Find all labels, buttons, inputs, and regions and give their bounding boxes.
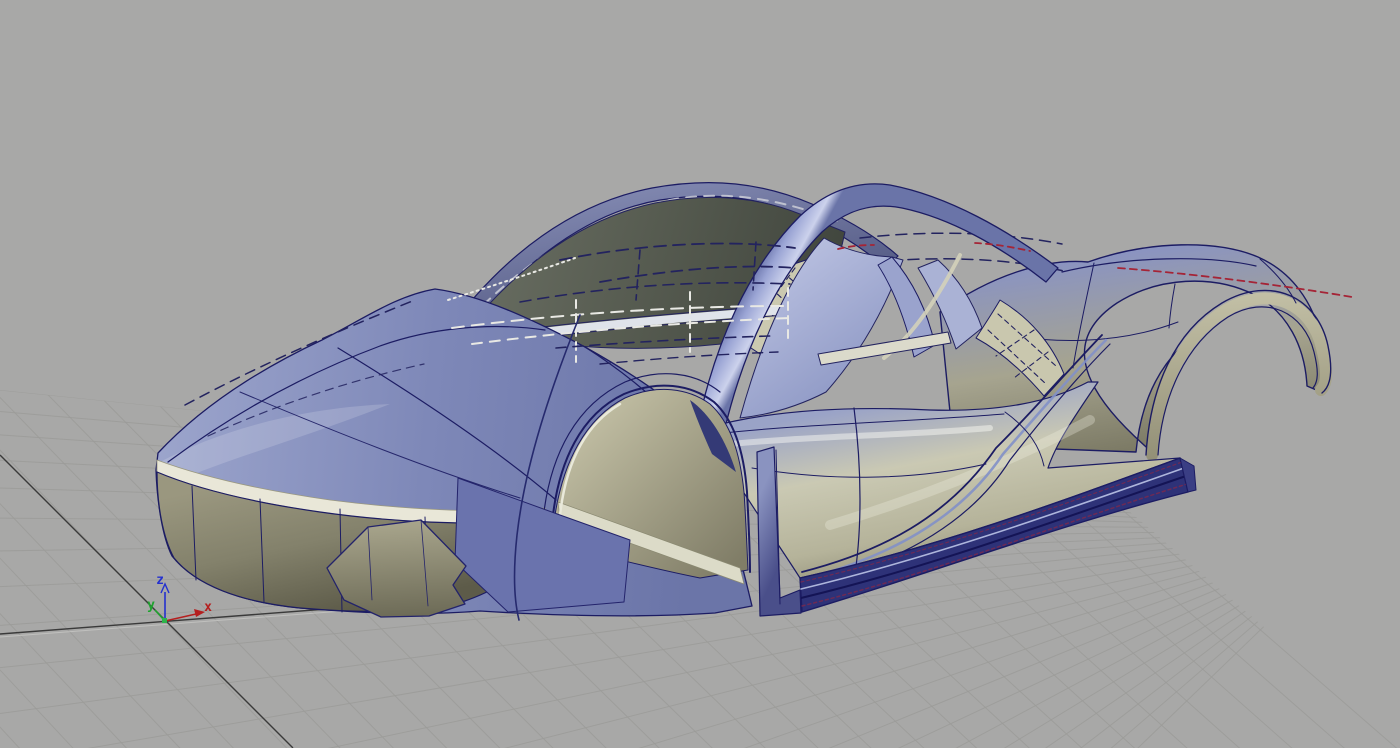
y-axis-label: y — [147, 598, 155, 613]
z-axis-label: z — [156, 573, 164, 588]
x-axis-label: x — [204, 600, 212, 615]
3d-viewport[interactable]: z y x — [0, 0, 1400, 748]
car-model-canvas[interactable]: z y x — [0, 0, 1400, 748]
origin-marker — [162, 618, 167, 623]
